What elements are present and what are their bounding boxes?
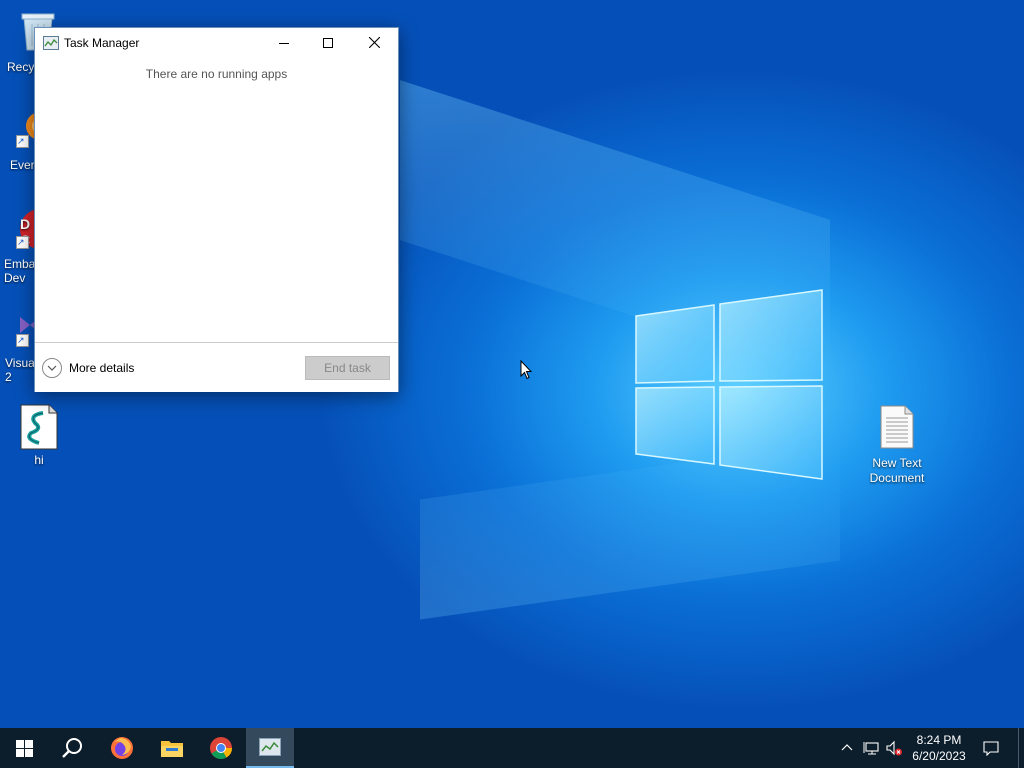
desktop-icon-label: Emba Dev <box>4 257 36 285</box>
chevron-down-icon <box>42 358 62 378</box>
desktop-icon-label: hi <box>34 453 44 467</box>
minimize-button[interactable] <box>261 28 307 57</box>
desktop-icon-label: Ever <box>10 158 35 172</box>
script-file-icon <box>19 403 59 450</box>
empty-apps-message: There are no running apps <box>145 67 288 81</box>
close-button[interactable] <box>351 28 397 57</box>
window-footer: More details End task <box>35 342 398 392</box>
notification-icon[interactable] <box>983 740 999 756</box>
shortcut-arrow-icon: ↗ <box>16 135 29 148</box>
network-icon[interactable] <box>863 740 879 756</box>
window-title: Task Manager <box>64 36 140 50</box>
svg-text:D: D <box>20 216 30 232</box>
chrome-icon <box>210 737 232 759</box>
title-bar[interactable]: Task Manager <box>35 28 398 57</box>
clock-date: 6/20/2023 <box>912 749 966 763</box>
clock-time: 8:24 PM <box>916 733 962 747</box>
volume-muted-icon[interactable] <box>886 740 902 756</box>
shortcut-arrow-icon: ↗ <box>16 334 29 347</box>
maximize-button[interactable] <box>305 28 351 57</box>
desktop-icon-new-text-document[interactable]: New Text Document <box>861 404 933 486</box>
taskbar-task-manager[interactable] <box>246 728 294 768</box>
desktop-icon-label: Visua 2 <box>5 356 35 384</box>
task-manager-icon <box>259 738 281 756</box>
search-button[interactable] <box>48 728 96 768</box>
firefox-icon <box>111 737 133 759</box>
text-document-icon <box>877 404 917 449</box>
more-details-button[interactable]: More details <box>42 358 134 378</box>
shortcut-arrow-icon: ↗ <box>16 236 29 249</box>
end-task-button[interactable]: End task <box>305 356 390 380</box>
maximize-icon <box>323 37 333 48</box>
task-manager-window[interactable]: Task Manager There are no running apps M… <box>34 27 399 392</box>
windows-wallpaper-logo <box>635 289 823 480</box>
search-icon <box>62 738 82 758</box>
start-button[interactable] <box>0 728 48 768</box>
taskbar-chrome[interactable] <box>197 728 245 768</box>
desktop-icon-label: Recy <box>7 60 35 74</box>
desktop-icon-recycle-bin[interactable]: Recy <box>0 8 55 74</box>
taskbar: 8:24 PM 6/20/2023 <box>0 728 1024 768</box>
desktop-icon-label: New Text Document <box>869 456 925 485</box>
windows-start-icon <box>15 739 33 757</box>
task-manager-icon <box>43 36 59 50</box>
more-details-label: More details <box>69 361 135 375</box>
folder-icon <box>161 741 183 757</box>
minimize-icon <box>279 42 289 44</box>
mouse-cursor-icon <box>520 360 532 380</box>
show-desktop-button[interactable] <box>1018 728 1019 768</box>
desktop[interactable]: Recy ↗ Ever DC ↗ Emba Dev ↗ Visua 2 hi N… <box>0 0 1024 728</box>
system-clock[interactable]: 8:24 PM 6/20/2023 <box>907 732 971 764</box>
taskbar-file-explorer[interactable] <box>148 728 196 768</box>
chevron-up-icon[interactable] <box>839 740 855 756</box>
close-icon <box>368 37 380 48</box>
taskbar-firefox[interactable] <box>98 728 146 768</box>
desktop-icon-hi[interactable]: hi <box>3 403 75 467</box>
